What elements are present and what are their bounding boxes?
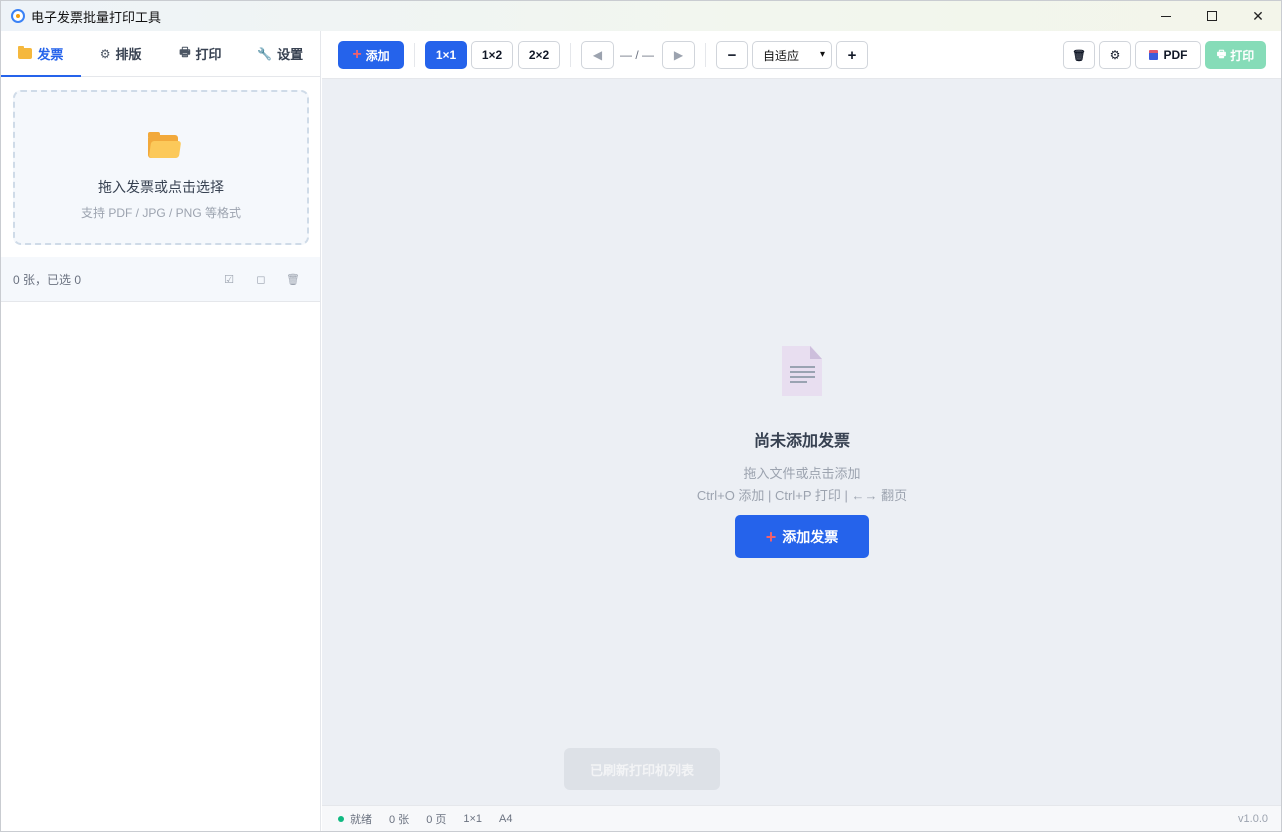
close-icon: ✕ bbox=[1252, 7, 1264, 24]
preview-area: + 添加 1×1 1×2 2×2 ◀ — / — ▶ − 自适应 ▾ + 🗑 ⚙… bbox=[322, 31, 1281, 831]
plus-icon: + bbox=[352, 46, 362, 63]
window-title: 电子发票批量打印工具 bbox=[31, 9, 162, 25]
toolbar-divider bbox=[705, 43, 706, 67]
status-paper: A4 bbox=[499, 813, 513, 825]
wrench-icon: 🔧 bbox=[257, 46, 273, 61]
plus-icon: + bbox=[765, 526, 777, 547]
zoom-select[interactable]: 自适应 ▾ bbox=[752, 41, 832, 69]
status-pages: 0 页 bbox=[426, 814, 447, 826]
toolbar: + 添加 1×1 1×2 2×2 ◀ — / — ▶ − 自适应 ▾ + 🗑 ⚙… bbox=[322, 31, 1281, 79]
plus-icon: + bbox=[847, 46, 857, 64]
clear-all-button[interactable]: 🗑 bbox=[1063, 41, 1095, 69]
print-button[interactable]: 🖶 打印 bbox=[1205, 41, 1266, 69]
minimize-icon bbox=[1161, 15, 1171, 17]
pdf-icon bbox=[1148, 50, 1158, 60]
prev-page-button[interactable]: ◀ bbox=[581, 41, 614, 69]
minimize-button[interactable] bbox=[1143, 1, 1189, 31]
app-version: v1.0.0 bbox=[1238, 813, 1268, 825]
tab-label: 打印 bbox=[195, 47, 222, 62]
add-invoice-button[interactable]: + 添加发票 bbox=[735, 515, 869, 558]
add-button-label: 添加 bbox=[365, 48, 390, 63]
tab-invoices[interactable]: 发票 bbox=[1, 31, 81, 77]
zoom-out-button[interactable]: − bbox=[716, 41, 748, 69]
sidebar-tabs: 发票 ⚙ 排版 🖶 打印 🔧 设置 bbox=[1, 31, 320, 77]
add-button[interactable]: + 添加 bbox=[338, 41, 404, 69]
empty-state-title: 尚未添加发票 bbox=[753, 433, 850, 450]
close-button[interactable]: ✕ bbox=[1235, 1, 1281, 31]
app-logo-icon bbox=[11, 9, 25, 23]
toast-notification: 已刷新打印机列表 bbox=[564, 748, 720, 790]
toolbar-divider bbox=[414, 43, 415, 67]
gear-icon: ⚙ bbox=[1109, 48, 1121, 62]
export-pdf-button[interactable]: PDF bbox=[1135, 41, 1201, 69]
tab-layout[interactable]: ⚙ 排版 bbox=[81, 31, 161, 76]
maximize-button[interactable] bbox=[1189, 1, 1235, 31]
empty-state-hint: 拖入文件或点击添加 bbox=[743, 466, 861, 481]
pdf-button-label: PDF bbox=[1163, 48, 1188, 62]
window-controls: ✕ bbox=[1143, 1, 1281, 31]
dropzone-hint: 支持 PDF / JPG / PNG 等格式 bbox=[80, 206, 241, 220]
chevron-down-icon: ▾ bbox=[819, 49, 825, 60]
print-button-label: 打印 bbox=[1230, 48, 1255, 63]
tab-settings[interactable]: 🔧 设置 bbox=[240, 31, 320, 76]
zoom-in-button[interactable]: + bbox=[836, 41, 868, 69]
keyboard-shortcuts-hint: Ctrl+O 添加 | Ctrl+P 打印 | ←→ 翻页 bbox=[696, 488, 908, 503]
tab-label: 排版 bbox=[115, 47, 142, 62]
status-count: 0 张 bbox=[389, 814, 410, 826]
app-window: 电子发票批量打印工具 ✕ 发票 ⚙ 排版 🖶 打印 🔧 设置 拖入发票或点击选择… bbox=[0, 0, 1282, 832]
layout-2x2-button[interactable]: 2×2 bbox=[518, 41, 560, 69]
delete-selected-icon[interactable]: 🗑 bbox=[286, 272, 300, 286]
status-layout: 1×1 bbox=[463, 813, 483, 825]
document-icon bbox=[782, 346, 822, 396]
status-state: 就绪 bbox=[350, 814, 372, 826]
file-dropzone[interactable]: 拖入发票或点击选择 支持 PDF / JPG / PNG 等格式 bbox=[13, 90, 309, 245]
deselect-all-icon[interactable]: ◻ bbox=[254, 272, 268, 286]
page-indicator: — / — bbox=[620, 48, 655, 62]
layout-1x2-button[interactable]: 1×2 bbox=[471, 41, 513, 69]
prev-icon: ◀ bbox=[592, 48, 603, 62]
title-bar: 电子发票批量打印工具 ✕ bbox=[1, 1, 1281, 31]
zoom-value: 自适应 bbox=[763, 48, 800, 63]
status-indicator-icon bbox=[338, 816, 344, 822]
maximize-icon bbox=[1207, 11, 1217, 21]
printer-icon: 🖶 bbox=[1216, 48, 1227, 60]
sidebar: 发票 ⚙ 排版 🖶 打印 🔧 设置 拖入发票或点击选择 支持 PDF / JPG… bbox=[1, 31, 321, 831]
tab-print[interactable]: 🖶 打印 bbox=[161, 31, 241, 76]
dropzone-title: 拖入发票或点击选择 bbox=[98, 179, 224, 195]
add-invoice-label: 添加发票 bbox=[782, 528, 839, 545]
open-folder-icon bbox=[148, 132, 182, 158]
toolbar-divider bbox=[570, 43, 571, 67]
settings-button[interactable]: ⚙ bbox=[1099, 41, 1131, 69]
list-actions: ☑ ◻ 🗑 bbox=[222, 272, 300, 286]
selection-count: 0 张，已选 0 bbox=[13, 272, 82, 287]
layout-1x1-button[interactable]: 1×1 bbox=[425, 41, 467, 69]
folder-icon bbox=[18, 46, 33, 59]
next-icon: ▶ bbox=[673, 48, 684, 62]
printer-icon: 🖶 bbox=[179, 45, 191, 59]
trash-icon: 🗑 bbox=[1072, 49, 1086, 62]
invoice-list-header: 0 张，已选 0 ☑ ◻ 🗑 bbox=[1, 257, 320, 302]
next-page-button[interactable]: ▶ bbox=[662, 41, 695, 69]
tab-label: 设置 bbox=[277, 47, 304, 62]
tab-label: 发票 bbox=[37, 47, 64, 62]
minus-icon: − bbox=[727, 46, 737, 64]
select-all-icon[interactable]: ☑ bbox=[222, 272, 236, 286]
gear-icon: ⚙ bbox=[99, 46, 111, 61]
status-bar: 就绪 0 张 0 页 1×1 A4 v1.0.0 bbox=[322, 805, 1281, 831]
